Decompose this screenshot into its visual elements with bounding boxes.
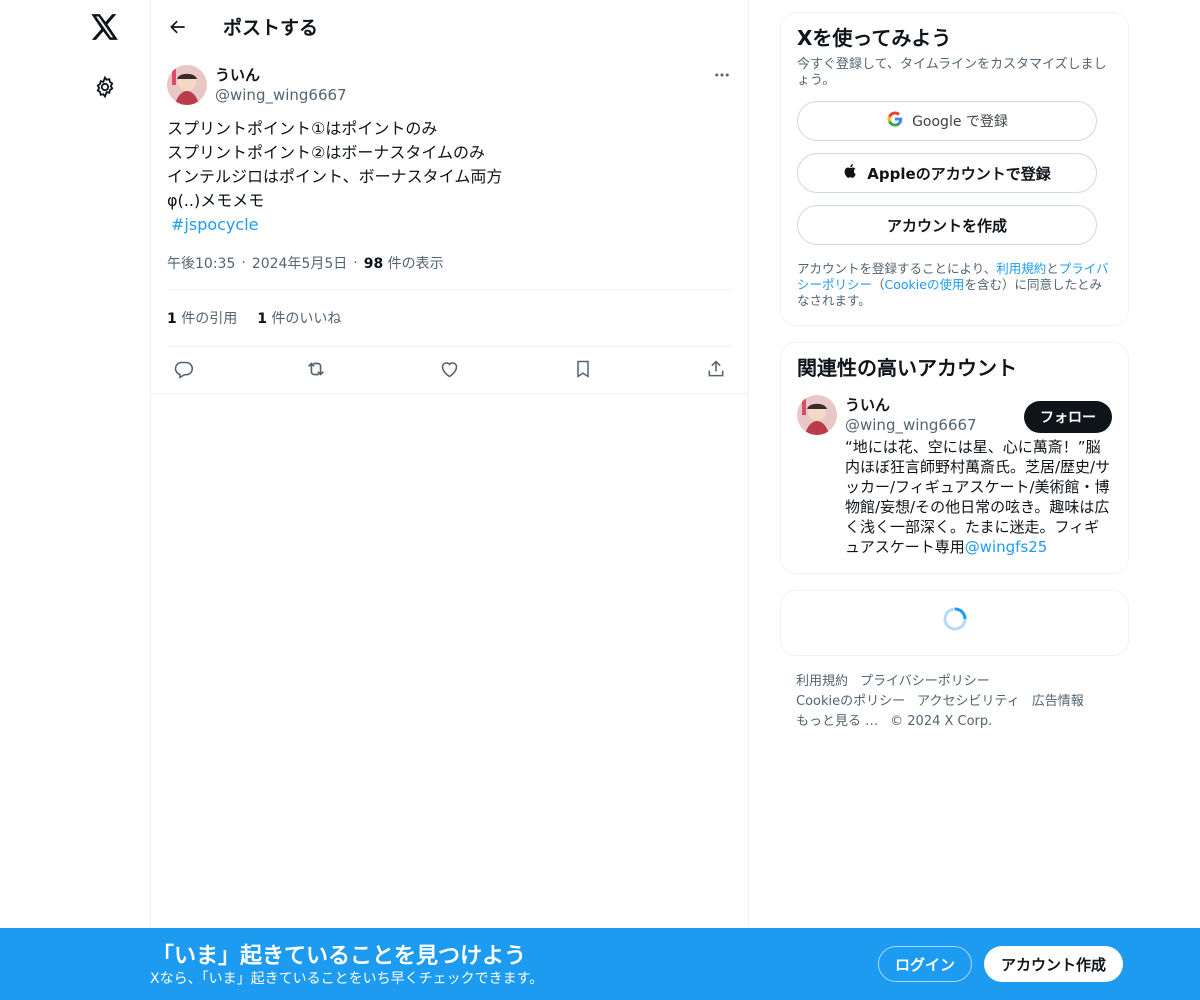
apple-icon [843, 162, 859, 184]
footer-link[interactable]: アクセシビリティ [917, 694, 1020, 709]
terms-and: と [1046, 261, 1059, 276]
right-sidebar: Xを使ってみよう 今すぐ登録して、タイムラインをカスタマイズしましょう。 Goo… [780, 12, 1129, 732]
left-rail [0, 0, 150, 1000]
banner-subtitle: Xなら、「いま」起きていることをいち早くチェックできます。 [150, 971, 544, 987]
signup-banner: 「いま」起きていることを見つけよう Xなら、「いま」起きていることをいち早くチェ… [0, 928, 1200, 1000]
footer-links: 利用規約 プライバシーポリシー Cookieのポリシー アクセシビリティ 広告情報 も… [780, 672, 1129, 732]
cookie-link[interactable]: Cookieの使用 [885, 277, 965, 292]
loading-card [780, 590, 1129, 656]
likes-label: 件のいいね [271, 311, 342, 327]
reply-icon[interactable] [171, 357, 195, 381]
meta-separator: · [353, 255, 358, 271]
post-line: スプリントポイント②はボーナスタイムのみ [167, 143, 486, 162]
google-signup-button[interactable]: Google で登録 [797, 101, 1097, 141]
quotes-label: 件の引用 [181, 311, 238, 327]
terms-text: アカウントを登録することにより、利用規約とプライバシーポリシー（Cookieの使… [797, 261, 1112, 309]
quotes-count: 1 [167, 311, 177, 327]
likes-stat[interactable]: 1 件のいいね [257, 308, 341, 328]
like-icon[interactable] [438, 357, 462, 381]
follow-button[interactable]: フォロー [1024, 401, 1112, 433]
footer-link[interactable]: 利用規約 [796, 674, 848, 689]
footer-link[interactable]: もっと見る … [796, 714, 878, 729]
signup-subtitle: 今すぐ登録して、タイムラインをカスタマイズしましょう。 [797, 57, 1107, 88]
banner-title: 「いま」起きていることを見つけよう [152, 944, 527, 969]
terms-link[interactable]: 利用規約 [996, 261, 1046, 276]
loading-spinner-icon [942, 606, 968, 636]
related-accounts-card: 関連性の高いアカウント ういん @wing_wing6667 フォロー “地には… [780, 342, 1129, 574]
footer-link[interactable]: Cookieのポリシー [796, 694, 905, 709]
views-count: 98 [363, 256, 384, 272]
page-title: ポストする [223, 17, 319, 39]
related-handle[interactable]: @wing_wing6667 [845, 415, 977, 435]
terms-mid: （ [872, 277, 885, 292]
x-logo-icon[interactable] [88, 10, 122, 44]
views-stat: 98 件の表示 [364, 253, 444, 273]
post: ういん @wing_wing6667 スプリントポイント①はポイントのみ スプリ… [151, 53, 748, 394]
signup-button[interactable]: アカウント作成 [984, 946, 1123, 982]
signup-title: Xを使ってみよう [797, 26, 952, 50]
copyright: © 2024 X Corp. [890, 714, 993, 729]
related-bio: “地には花、空には星、心に萬斎！”脳内ほぼ狂言師野村萬斎氏。芝居/歴史/サッカー… [845, 437, 1111, 557]
apple-signup-label: Appleのアカウントで登録 [867, 164, 1051, 183]
author-name[interactable]: ういん [215, 65, 712, 85]
create-account-button[interactable]: アカウントを作成 [797, 205, 1097, 245]
avatar[interactable] [797, 395, 837, 435]
post-actions [151, 347, 748, 394]
post-meta: 午後10:35 · 2024年5月5日 · 98 件の表示 [167, 253, 732, 290]
login-button[interactable]: ログイン [878, 946, 972, 982]
gear-icon[interactable] [88, 70, 122, 104]
author-info: ういん @wing_wing6667 [215, 65, 712, 105]
hashtag-link[interactable]: #jspocycle [171, 215, 258, 234]
post-line: インテルジロはポイント、ボーナスタイム両方 [167, 167, 503, 186]
create-account-label: アカウントを作成 [886, 216, 1007, 235]
meta-separator: · [241, 255, 246, 271]
main-column: ポストする ういん @wing_wing6667 スプリントポイント①はポイント… [150, 0, 749, 1000]
author-handle[interactable]: @wing_wing6667 [215, 85, 712, 105]
related-account[interactable]: ういん @wing_wing6667 フォロー “地には花、空には星、心に萬斎！… [797, 395, 1112, 557]
likes-count: 1 [257, 311, 267, 327]
avatar[interactable] [167, 65, 207, 105]
page-header: ポストする [151, 0, 748, 53]
terms-prefix: アカウントを登録することにより、 [797, 261, 997, 276]
share-icon[interactable] [704, 357, 728, 381]
google-icon [886, 110, 904, 132]
post-time[interactable]: 午後10:35 [167, 253, 235, 273]
related-account-info: ういん @wing_wing6667 フォロー “地には花、空には星、心に萬斎！… [845, 395, 1112, 557]
signup-card: Xを使ってみよう 今すぐ登録して、タイムラインをカスタマイズしましょう。 Goo… [780, 12, 1129, 326]
author-row: ういん @wing_wing6667 [167, 65, 732, 105]
post-date[interactable]: 2024年5月5日 [252, 253, 347, 273]
post-text: スプリントポイント①はポイントのみ スプリントポイント②はボーナスタイムのみ イ… [167, 117, 732, 237]
views-label: 件の表示 [387, 256, 444, 272]
post-line: スプリントポイント①はポイントのみ [167, 119, 438, 138]
more-icon[interactable] [712, 65, 732, 85]
repost-icon[interactable] [304, 357, 328, 381]
apple-signup-button[interactable]: Appleのアカウントで登録 [797, 153, 1097, 193]
post-line: φ(..)メモメモ [167, 191, 265, 210]
related-title: 関連性の高いアカウント [797, 356, 1017, 380]
footer-link[interactable]: 広告情報 [1032, 694, 1084, 709]
related-name[interactable]: ういん [845, 395, 977, 415]
google-signup-label: Google で登録 [912, 114, 1008, 130]
arrow-left-icon[interactable] [167, 16, 189, 38]
bio-link[interactable]: @wingfs25 [965, 538, 1048, 556]
post-stats: 1 件の引用 1 件のいいね [167, 290, 732, 347]
footer-link[interactable]: プライバシーポリシー [860, 674, 990, 689]
quotes-stat[interactable]: 1 件の引用 [167, 308, 237, 328]
bookmark-icon[interactable] [571, 357, 595, 381]
